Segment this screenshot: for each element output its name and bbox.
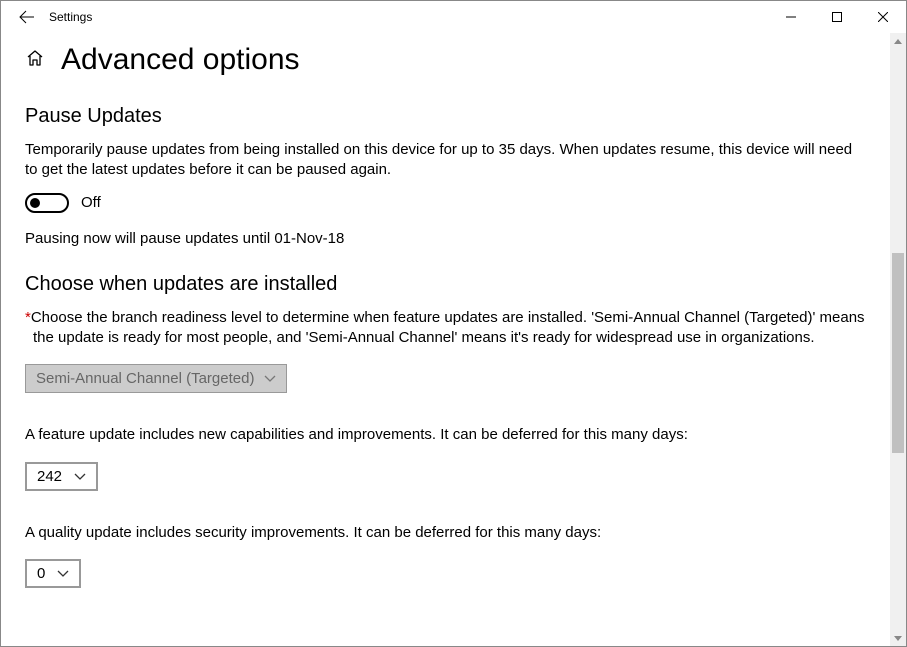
minimize-icon	[786, 12, 796, 22]
quality-defer-value: 0	[37, 565, 45, 582]
page-header: Advanced options	[25, 43, 866, 77]
branch-description-text: Choose the branch readiness level to det…	[31, 309, 865, 346]
content-wrapper: Advanced options Pause Updates Temporari…	[1, 33, 906, 646]
window-controls	[768, 1, 906, 33]
scroll-thumb[interactable]	[892, 253, 904, 453]
chevron-up-icon	[894, 39, 902, 44]
maximize-button[interactable]	[814, 1, 860, 33]
maximize-icon	[832, 12, 842, 22]
back-button[interactable]	[9, 1, 45, 33]
scroll-down-button[interactable]	[890, 630, 906, 646]
chevron-down-icon	[57, 565, 69, 582]
app-title: Settings	[49, 10, 92, 24]
arrow-left-icon	[19, 9, 35, 25]
quality-defer-text: A quality update includes security impro…	[25, 523, 866, 543]
toggle-knob	[30, 198, 40, 208]
branch-readiness-select: Semi-Annual Channel (Targeted)	[25, 364, 287, 393]
chevron-down-icon	[894, 636, 902, 641]
page-title: Advanced options	[61, 43, 300, 77]
feature-defer-text: A feature update includes new capabiliti…	[25, 425, 866, 445]
quality-defer-select[interactable]: 0	[25, 559, 81, 588]
home-icon[interactable]	[25, 48, 45, 72]
chevron-down-icon	[74, 468, 86, 485]
feature-defer-value: 242	[37, 468, 62, 485]
titlebar: Settings	[1, 1, 906, 33]
pause-description: Temporarily pause updates from being ins…	[25, 140, 866, 181]
scroll-up-button[interactable]	[890, 33, 906, 49]
pause-toggle-label: Off	[81, 194, 101, 211]
pause-until-text: Pausing now will pause updates until 01-…	[25, 229, 866, 249]
pause-toggle[interactable]	[25, 193, 69, 213]
feature-defer-select[interactable]: 242	[25, 462, 98, 491]
minimize-button[interactable]	[768, 1, 814, 33]
choose-heading: Choose when updates are installed	[25, 273, 866, 296]
pause-toggle-row: Off	[25, 193, 866, 213]
chevron-down-icon	[264, 370, 276, 387]
content: Advanced options Pause Updates Temporari…	[1, 33, 890, 612]
branch-readiness-value: Semi-Annual Channel (Targeted)	[36, 370, 254, 387]
house-icon	[25, 48, 45, 68]
close-icon	[878, 12, 888, 22]
pause-heading: Pause Updates	[25, 105, 866, 128]
close-button[interactable]	[860, 1, 906, 33]
branch-description: *Choose the branch readiness level to de…	[25, 308, 866, 349]
vertical-scrollbar[interactable]	[890, 33, 906, 646]
